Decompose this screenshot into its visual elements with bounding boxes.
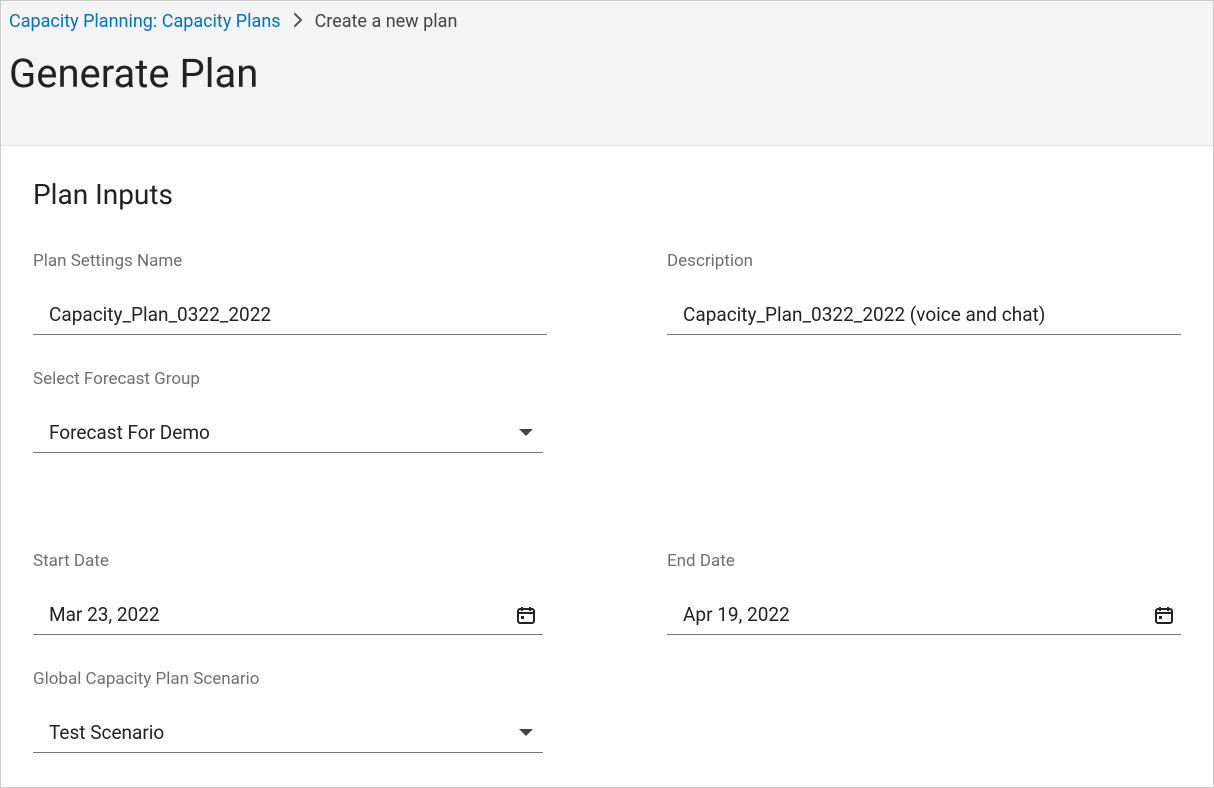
field-start-date: Start Date Mar 23, 2022: [33, 551, 547, 635]
field-scenario: Global Capacity Plan Scenario Test Scena…: [33, 669, 547, 753]
forecast-group-label: Select Forecast Group: [33, 369, 547, 389]
forecast-group-select[interactable]: Forecast For Demo: [33, 415, 543, 453]
plan-name-input[interactable]: [49, 303, 545, 326]
description-input[interactable]: [683, 303, 1179, 326]
field-description: Description: [667, 251, 1181, 335]
breadcrumb: Capacity Planning: Capacity Plans Create…: [1, 1, 1213, 38]
plan-name-input-wrap[interactable]: [33, 297, 547, 335]
caret-down-icon: [515, 722, 537, 744]
description-input-wrap[interactable]: [667, 297, 1181, 335]
scenario-select[interactable]: Test Scenario: [33, 715, 543, 753]
field-forecast-group: Select Forecast Group Forecast For Demo: [33, 369, 547, 453]
header-region: Capacity Planning: Capacity Plans Create…: [1, 1, 1213, 146]
scenario-label: Global Capacity Plan Scenario: [33, 669, 547, 689]
empty-cell: [667, 369, 1181, 453]
plan-name-label: Plan Settings Name: [33, 251, 547, 271]
calendar-icon: [515, 604, 537, 626]
end-date-value: Apr 19, 2022: [683, 603, 790, 626]
form-grid: Plan Settings Name Description Select Fo…: [33, 251, 1181, 753]
start-date-input[interactable]: Mar 23, 2022: [33, 597, 543, 635]
end-date-label: End Date: [667, 551, 1181, 571]
start-date-label: Start Date: [33, 551, 547, 571]
caret-down-icon: [515, 422, 537, 444]
end-date-input[interactable]: Apr 19, 2022: [667, 597, 1181, 635]
chevron-right-icon: [293, 13, 303, 31]
section-title: Plan Inputs: [33, 178, 1181, 211]
page-title: Generate Plan: [1, 38, 1213, 145]
breadcrumb-root-link[interactable]: Capacity Planning: Capacity Plans: [9, 11, 281, 32]
description-label: Description: [667, 251, 1181, 271]
spacer: [33, 487, 1181, 517]
breadcrumb-current: Create a new plan: [315, 11, 458, 32]
start-date-value: Mar 23, 2022: [49, 603, 160, 626]
field-end-date: End Date Apr 19, 2022: [667, 551, 1181, 635]
content-region: Plan Inputs Plan Settings Name Descripti…: [1, 146, 1213, 787]
field-plan-name: Plan Settings Name: [33, 251, 547, 335]
scenario-value: Test Scenario: [49, 721, 164, 744]
forecast-group-value: Forecast For Demo: [49, 421, 210, 444]
calendar-icon: [1153, 604, 1175, 626]
